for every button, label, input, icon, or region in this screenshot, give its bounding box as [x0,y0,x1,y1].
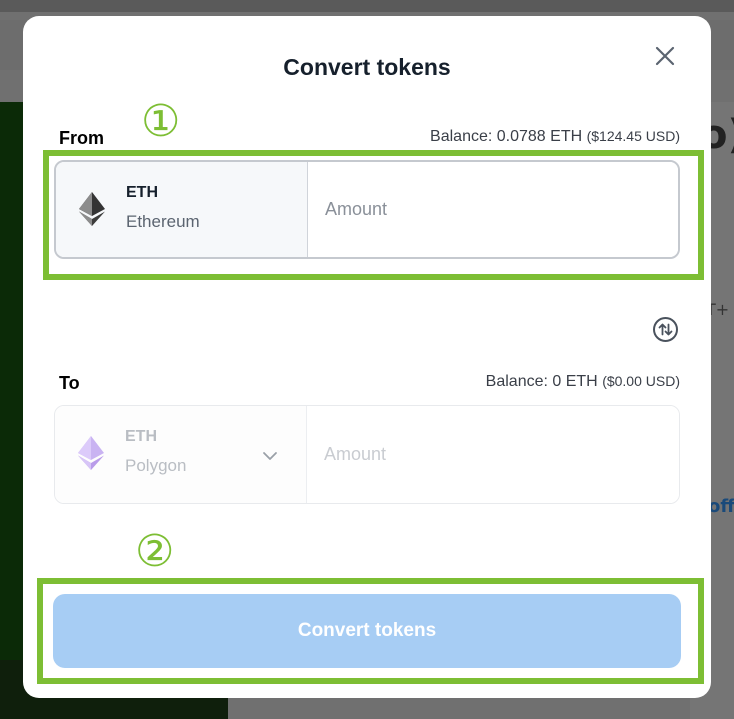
to-token-symbol: ETH [125,428,157,445]
annotation-step-2: ② [135,526,175,577]
to-balance: Balance: 0 ETH ($0.00 USD) [486,373,680,391]
to-label: To [59,373,80,393]
background-link-fragment: off [708,496,734,517]
background-topbar [0,0,734,12]
to-token-network: Polygon [125,456,187,475]
swap-arrows-icon [653,317,678,342]
annotation-step-1: ① [141,96,181,147]
close-icon [655,46,675,66]
annotation-box-2 [37,578,704,684]
to-amount-input[interactable] [307,406,679,503]
annotation-box-1 [43,150,704,280]
from-label: From [59,128,104,148]
from-balance-amount: 0.0788 ETH [496,128,583,145]
from-balance: Balance: 0.0788 ETH ($124.45 USD) [430,128,680,146]
chevron-down-icon [263,452,277,460]
to-balance-prefix: Balance: [485,373,553,390]
to-balance-amount: 0 ETH [552,373,598,390]
ethereum-icon [78,436,104,470]
from-balance-prefix: Balance: [430,128,497,145]
to-token-selector[interactable]: ETH Polygon [55,406,307,503]
to-token-row: ETH Polygon [54,405,680,504]
from-balance-usd: ($124.45 USD) [586,128,680,144]
swap-button[interactable] [652,316,679,343]
close-button[interactable] [653,44,677,68]
modal-title: Convert tokens [283,54,451,80]
to-balance-usd: ($0.00 USD) [602,373,680,389]
